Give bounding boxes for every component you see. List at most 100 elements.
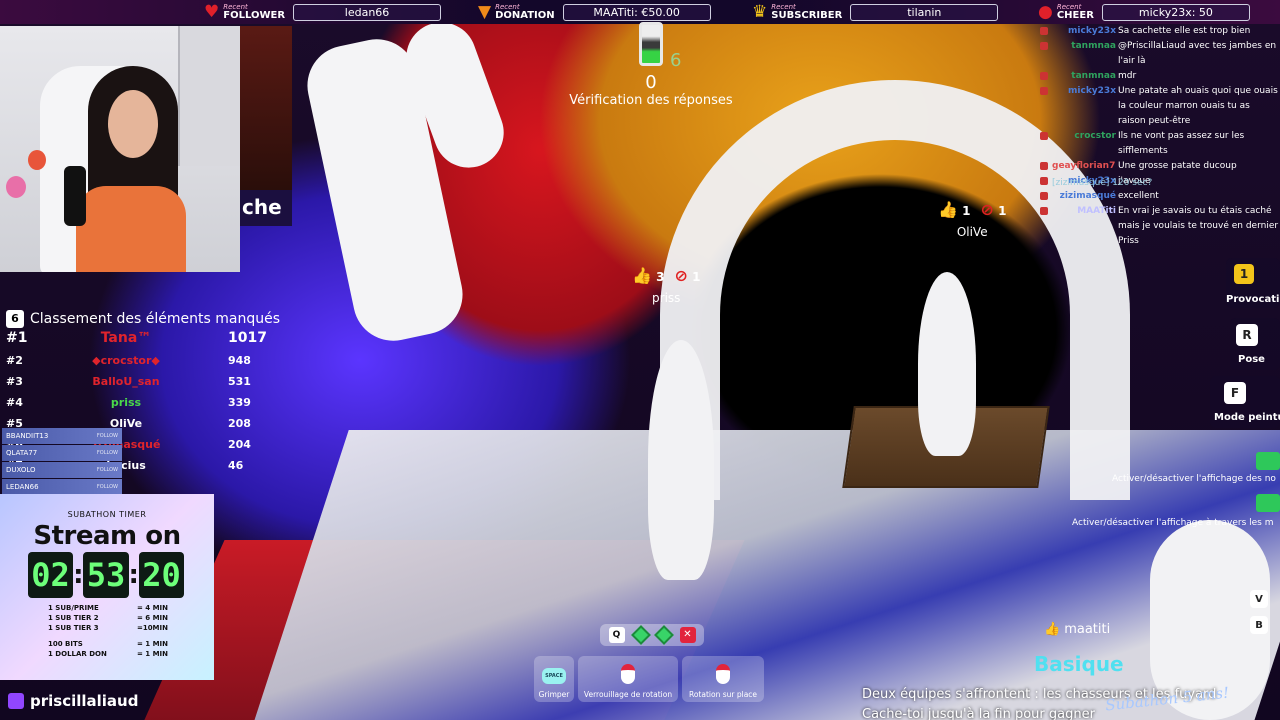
ban-icon: ⊘ — [674, 266, 688, 285]
follower-name: BBANDIIT13 — [6, 432, 49, 440]
chat-system-message: [zizimasqué] 120 sec? — [1052, 178, 1153, 188]
leaderboard-row: #3 BalloU_san 531 — [6, 372, 306, 393]
follower-tag: FOLLOW — [96, 433, 118, 439]
leaderboard-rank: #1 — [6, 330, 28, 346]
timer-rule-right: = 1 MIN — [136, 640, 168, 648]
leaderboard-name: priss — [110, 396, 142, 409]
leaderboard-row: #4 priss 339 — [6, 393, 306, 414]
timer-rule: 100 BITS = 1 MIN — [48, 640, 168, 650]
chat-badge-icon — [1040, 192, 1048, 200]
chat-username[interactable]: MAATiti — [1052, 204, 1116, 219]
follower-name: DUXOLO — [6, 466, 36, 474]
heart-icon: ♥ — [204, 2, 220, 22]
key-b: B — [1250, 616, 1268, 634]
chat-text: Ils ne vont pas assez sur les sifflement… — [1118, 131, 1245, 156]
chat-badge-icon — [1040, 72, 1048, 80]
toggle-names-indicator — [1256, 452, 1280, 470]
alert-kind: CHEER — [1056, 9, 1094, 21]
provocation-panel[interactable]: 1 Provocati — [1226, 258, 1280, 308]
provocation-key: 1 — [1234, 264, 1254, 284]
timer-rule: 1 DOLLAR DON = 1 MIN — [48, 650, 168, 660]
chat-username[interactable]: micky23x — [1052, 24, 1116, 39]
follower-name: QLATA77 — [6, 449, 38, 457]
self-player-name: 👍 maatiti — [1044, 622, 1110, 637]
pose-control[interactable]: R Pose — [1230, 318, 1280, 370]
toggle-through-label[interactable]: Activer/désactiver l'affichage à travers… — [1072, 518, 1274, 528]
action-rotation-lock[interactable]: Verrouillage de rotation — [578, 656, 678, 702]
chat-text: excellent — [1118, 191, 1159, 201]
channel-name: priscillaliaud — [8, 692, 138, 710]
timer-separator: : — [73, 560, 84, 590]
leaderboard-rank: #3 — [6, 375, 23, 388]
leaderboard-score: 46 — [228, 459, 244, 472]
action-rotate-in-place[interactable]: Rotation sur place — [682, 656, 764, 702]
game-mode: Basique — [1034, 652, 1124, 676]
channel-name-text: priscillaliaud — [30, 692, 139, 710]
leaderboard-score: 948 — [228, 354, 251, 367]
chat-message: zizimasqué excellent — [1040, 189, 1280, 204]
timer-rule-left: 1 SUB TIER 2 — [48, 614, 99, 622]
leaderboard-rank: #4 — [6, 396, 23, 409]
round-status: 6 0 Vérification des réponses — [560, 22, 742, 108]
alert-kind: SUBSCRIBER — [771, 9, 843, 21]
paint-key: F — [1224, 382, 1246, 404]
twitch-icon — [8, 693, 24, 709]
provocation-label: Provocati — [1226, 294, 1280, 305]
player-tag-olive: 👍 1 ⊘ 1 OliVe — [938, 200, 1006, 239]
leaderboard-score: 208 — [228, 417, 251, 430]
chat-username[interactable]: tanmnaa — [1052, 69, 1116, 84]
paint-mode-control[interactable]: F Mode peintur — [1210, 376, 1280, 428]
alert-kind: FOLLOWER — [223, 9, 286, 21]
chat-username[interactable]: tanmnaa — [1052, 39, 1116, 54]
player-bans: 1 — [692, 270, 701, 284]
alert-cheer: ● Recent CHEER micky23x: 50 — [1038, 0, 1250, 24]
timer-separator: : — [128, 560, 139, 590]
timer-minutes: 53 — [83, 552, 129, 598]
chat-badge-icon — [1040, 162, 1048, 170]
action-climb[interactable]: SPACE Grimper — [534, 656, 574, 702]
follower-item: QLATA77 FOLLOW — [2, 445, 122, 461]
alert-donation: ▼ Recent DONATION MAATiti: €50.00 — [478, 0, 711, 24]
timer-hours: 02 — [28, 552, 74, 598]
leaderboard-name: ◆crocstor◆ — [92, 354, 160, 367]
timer-rule-left: 100 BITS — [48, 640, 83, 648]
crown-icon: ♛ — [752, 2, 768, 22]
thumbs-up-icon: 👍 — [1044, 622, 1061, 637]
leaderboard-score: 204 — [228, 438, 251, 451]
chat-username[interactable]: geayflorian78 — [1052, 159, 1116, 174]
diamond-icon — [653, 625, 674, 645]
player-bans: 1 — [998, 204, 1007, 218]
follower-tag: FOLLOW — [96, 467, 118, 473]
follower-item: BBANDIIT13 FOLLOW — [2, 428, 122, 444]
key-v: V — [1250, 590, 1268, 608]
chat-username[interactable]: crocstor — [1052, 129, 1116, 144]
secondary-camera-label: che — [240, 190, 292, 226]
alert-value: micky23x: 50 — [1101, 3, 1250, 21]
leaderboard-score: 339 — [228, 396, 251, 409]
chat-message: MAATiti En vrai je savais ou tu étais cac… — [1040, 204, 1280, 249]
chat-username[interactable]: zizimasqué — [1052, 189, 1116, 204]
round-count: 6 — [670, 50, 682, 71]
action-label: Rotation sur place — [688, 690, 758, 699]
player-likes: 1 — [962, 204, 971, 218]
leaderboard-row: #2 ◆crocstor◆ 948 — [6, 351, 306, 372]
player-tag-priss: 👍 3 ⊘ 1 priss — [632, 266, 700, 305]
timer-rule-left: 1 SUB TIER 3 — [48, 624, 99, 632]
chat-message: tanmnaa mdr — [1040, 69, 1280, 84]
leaderboard-title: 6 Classement des éléments manqués — [6, 308, 306, 330]
chat-username[interactable]: micky23x — [1052, 84, 1116, 99]
toggle-names-label[interactable]: Activer/désactiver l'affichage des no — [1112, 474, 1276, 484]
balloon-icon — [28, 150, 46, 170]
action-bar: SPACE Grimper Verrouillage de rotation R… — [534, 656, 766, 702]
chat-message: micky23x Sa cachette elle est trop bien — [1040, 24, 1280, 39]
balloon-icon — [6, 176, 26, 198]
chat-text: @PriscillaLiaud avec tes jambes en l'air… — [1118, 41, 1277, 66]
chat-badge-icon — [1040, 42, 1048, 50]
hourglass-icon — [639, 22, 663, 66]
subathon-timer: SUBATHON TIMER Stream on 02 : 53 : 20 1 … — [0, 494, 214, 680]
timer-rule: 1 SUB TIER 3 =10MIN — [48, 624, 168, 634]
ban-icon: ⊘ — [980, 200, 994, 219]
player-likes: 3 — [656, 270, 665, 284]
leaderboard-rank: #2 — [6, 354, 23, 367]
timer-rule: 1 SUB/PRIME = 4 MIN — [48, 604, 168, 614]
